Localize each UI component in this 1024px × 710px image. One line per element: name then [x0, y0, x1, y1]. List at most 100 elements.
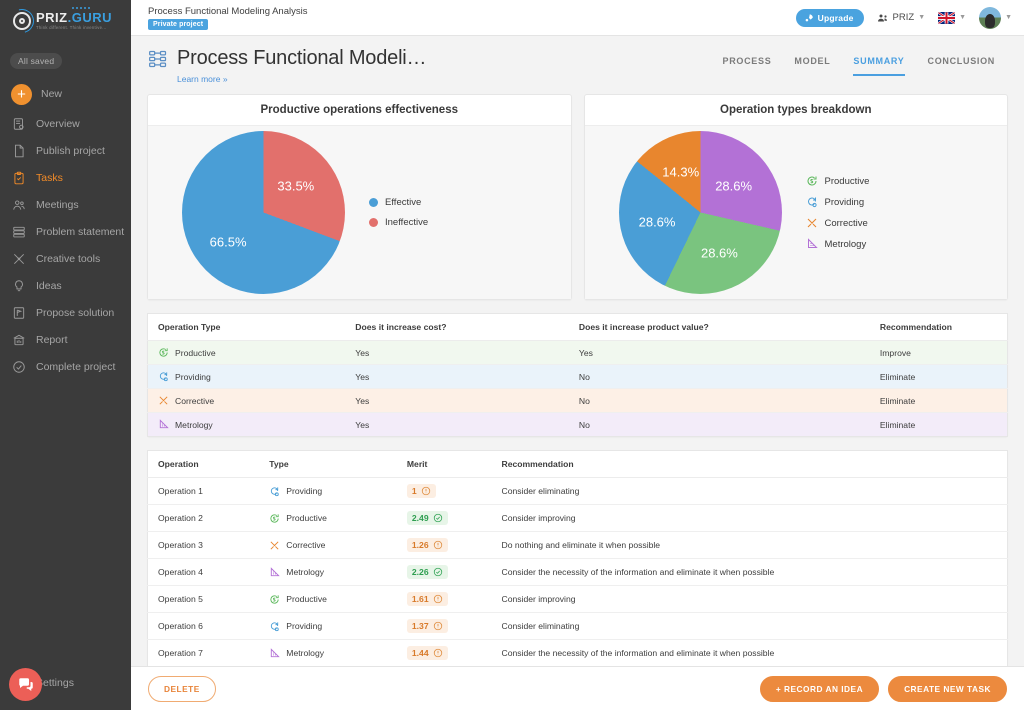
- sidebar-item-label: Ideas: [36, 279, 62, 292]
- sidebar-item-publish-project[interactable]: Publish project: [0, 137, 131, 164]
- cell-operation: Operation 6: [147, 612, 260, 640]
- type-label: Corrective: [286, 540, 326, 550]
- upgrade-button[interactable]: Upgrade: [795, 8, 864, 27]
- corrective-icon: [158, 395, 169, 406]
- legend-item-effective[interactable]: Effective: [369, 197, 428, 208]
- corrective-icon: [806, 217, 818, 229]
- sidebar-item-meetings[interactable]: Meetings: [0, 191, 131, 218]
- cell-recommendation: Consider the necessity of the informatio…: [501, 648, 775, 658]
- cell-operation: Operation 7: [158, 648, 203, 658]
- legend-item-corrective[interactable]: Corrective: [806, 217, 870, 229]
- cell-type: Providing: [259, 477, 397, 505]
- legend-item-metrology[interactable]: Metrology: [806, 238, 870, 250]
- sidebar-item-label: Complete project: [36, 360, 116, 373]
- merit-value: 1: [411, 486, 417, 496]
- layers-icon: [11, 224, 27, 240]
- merit-badge: 2.49: [406, 511, 448, 525]
- productive-icon: [269, 594, 280, 605]
- sidebar-item-tasks[interactable]: Tasks: [0, 164, 131, 191]
- col-recommendation: Recommendation: [869, 313, 1008, 341]
- table-row: Corrective Yes No Eliminate: [147, 388, 1008, 413]
- cell-recommendation: Eliminate: [869, 388, 1008, 413]
- type-label: Metrology: [175, 419, 213, 430]
- chevron-down-icon: ▼: [1005, 14, 1012, 21]
- sidebar-item-ideas[interactable]: Ideas: [0, 272, 131, 299]
- logo-dots-icon: [72, 7, 90, 9]
- legend-color-dot: [369, 198, 378, 207]
- footer-primary-actions: + RECORD AN IDEA CREATE NEW TASK: [759, 675, 1007, 702]
- sidebar-item-new[interactable]: + New: [0, 78, 131, 110]
- merit-value: 1.26: [411, 540, 429, 550]
- logo[interactable]: PRIZ.GURU Think different. Think inventi…: [0, 0, 131, 42]
- content-area: Productive operations effectiveness 66.5…: [131, 84, 1024, 666]
- legend-item-productive[interactable]: Productive: [806, 175, 869, 187]
- topbar-actions: Upgrade PRIZ ▼ ▼ ▼: [795, 6, 1012, 29]
- sidebar-item-report[interactable]: Report: [0, 326, 131, 353]
- tab-summary[interactable]: SUMMARY: [853, 56, 905, 76]
- logo-tagline: Think different. Think inventive...: [36, 25, 107, 31]
- legend-label: Effective: [385, 197, 422, 208]
- plus-icon: +: [11, 83, 32, 105]
- chat-bubble-icon: [18, 677, 33, 691]
- cell-type: Productive: [147, 340, 346, 365]
- legend-item-providing[interactable]: Providing: [806, 196, 870, 208]
- chevron-down-icon: ▼: [959, 14, 967, 21]
- productive-icon: [269, 513, 280, 524]
- col-recommendation: Recommendation: [491, 450, 1008, 478]
- chart-legend-effectiveness: Effective Ineffective: [369, 197, 428, 228]
- sidebar-item-overview[interactable]: Overview: [0, 110, 131, 137]
- table-header-row: Operation Type Merit Recommendation: [147, 450, 1008, 478]
- cell-merit: 1.61: [396, 585, 492, 613]
- avatar: [979, 6, 1002, 29]
- cell-cost: Yes: [345, 388, 569, 413]
- type-label: Metrology: [286, 567, 325, 577]
- table-row: Operation 7 Metrology 1.44 Consider the nec…: [148, 640, 1008, 667]
- tab-process[interactable]: PROCESS: [723, 56, 772, 76]
- chat-support-button[interactable]: [9, 668, 42, 701]
- org-switcher[interactable]: PRIZ ▼: [877, 12, 925, 24]
- user-menu[interactable]: ▼: [979, 6, 1012, 29]
- legend-color-dot: [369, 218, 378, 227]
- operation-types-chart-card: Operation types breakdown 28.6% 28.6% 28…: [583, 94, 1008, 300]
- top-bar: Process Functional Modeling Analysis Pri…: [131, 0, 1024, 36]
- tab-model[interactable]: MODEL: [794, 56, 830, 76]
- cell-type: Metrology: [259, 640, 397, 667]
- productive-icon: [806, 175, 818, 187]
- record-idea-button[interactable]: + RECORD AN IDEA: [759, 675, 880, 702]
- providing-icon: [269, 621, 280, 632]
- report-icon: [11, 332, 27, 348]
- col-operation: Operation: [147, 450, 260, 478]
- sidebar-item-creative-tools[interactable]: Creative tools: [0, 245, 131, 272]
- create-task-button[interactable]: CREATE NEW TASK: [888, 675, 1007, 702]
- cell-type: Providing: [147, 364, 346, 389]
- table-row: Productive Yes Yes Improve: [147, 340, 1008, 365]
- sidebar-item-problem-statement[interactable]: Problem statement: [0, 218, 131, 245]
- table-row: Providing Yes No Eliminate: [147, 364, 1008, 389]
- cell-value: No: [568, 364, 870, 389]
- type-label: Productive: [175, 347, 216, 358]
- delete-button[interactable]: DELETE: [148, 675, 216, 702]
- cell-type: Productive: [259, 504, 397, 532]
- language-switcher[interactable]: ▼: [938, 11, 967, 24]
- tab-conclusion[interactable]: CONCLUSION: [928, 56, 996, 76]
- document-icon: [11, 143, 27, 159]
- cell-recommendation: Consider eliminating: [491, 612, 1008, 640]
- legend-item-ineffective[interactable]: Ineffective: [369, 217, 428, 228]
- learn-more-link[interactable]: Learn more »: [177, 74, 426, 84]
- sidebar-item-complete-project[interactable]: Complete project: [0, 353, 131, 380]
- providing-icon: [158, 371, 169, 382]
- warning-circle-icon: [433, 648, 443, 658]
- table-row: Operation 1 Providing 1 Consider eliminatin…: [147, 477, 1008, 505]
- operation-type-table: Operation Type Does it increase cost? Do…: [147, 313, 1008, 437]
- operations-table: Operation Type Merit Recommendation Oper…: [147, 450, 1008, 666]
- merit-value: 1.61: [411, 594, 429, 604]
- cell-type: Metrology: [148, 413, 346, 437]
- table-row: Metrology Yes No Eliminate: [147, 412, 1008, 437]
- sidebar-item-propose-solution[interactable]: Propose solution: [0, 299, 131, 326]
- cell-merit: 1.37: [396, 612, 492, 640]
- table-row: Operation 3 Corrective 1.26 Do nothing and …: [147, 531, 1008, 559]
- pie-chart-operation-types: 28.6% 28.6% 28.6% 14.3%: [618, 131, 782, 294]
- main-area: Process Functional Modeling Analysis Pri…: [131, 0, 1024, 710]
- warning-circle-icon: [433, 621, 443, 631]
- cell-recommendation: Eliminate: [879, 419, 916, 430]
